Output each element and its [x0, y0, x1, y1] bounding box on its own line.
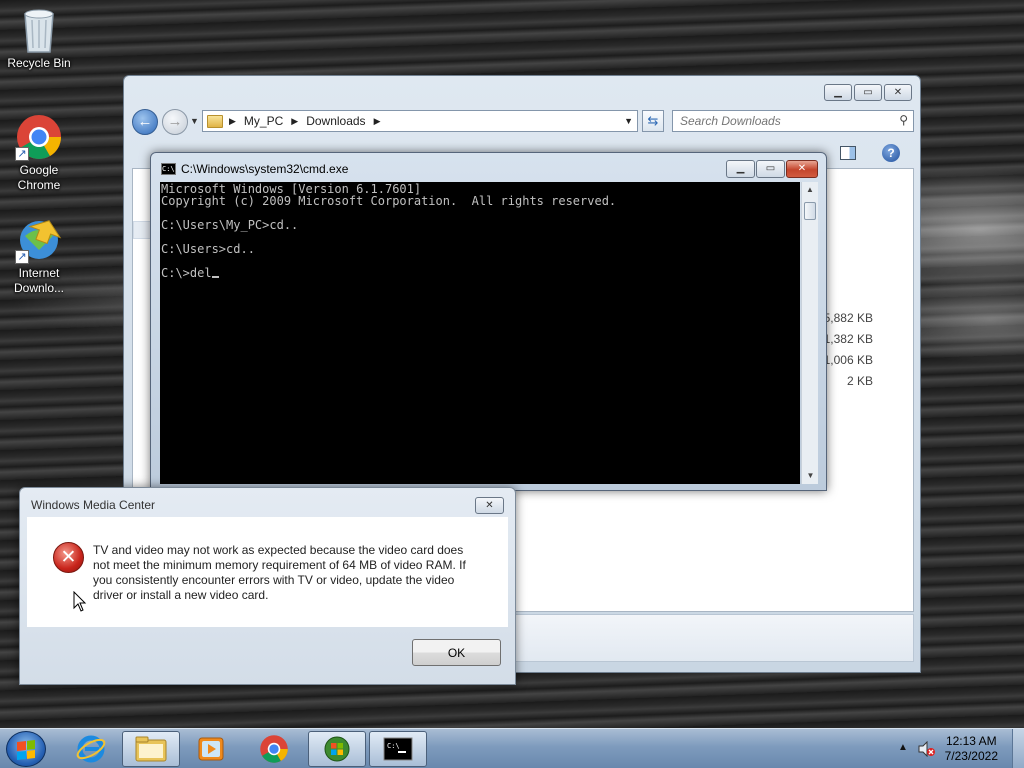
back-button[interactable]: ← — [132, 109, 158, 135]
cmd-titlebar: C:\ C:\Windows\system32\cmd.exe — [161, 162, 348, 176]
address-bar[interactable]: ▶ My_PC ▶ Downloads ▶ ▼ — [202, 110, 638, 132]
console-line: Copyright (c) 2009 Microsoft Corporation… — [161, 194, 617, 208]
breadcrumb-separator-icon[interactable]: ▶ — [229, 116, 236, 127]
dialog-message: TV and video may not work as expected be… — [93, 543, 466, 602]
maximize-button[interactable]: ▭ — [854, 84, 882, 101]
console-output[interactable]: Microsoft Windows [Version 6.1.7601] Copy… — [160, 182, 800, 484]
shortcut-arrow-icon: ↗ — [15, 147, 29, 161]
media-center-icon — [324, 736, 350, 762]
close-button[interactable]: ✕ — [884, 84, 912, 101]
svg-text:C:\: C:\ — [387, 742, 400, 750]
maximize-button[interactable]: ▭ — [756, 160, 785, 178]
console-current-input: C:\>del — [161, 266, 212, 280]
taskbar-windows-explorer[interactable] — [122, 731, 180, 767]
show-hidden-icons-icon[interactable]: ▲ — [898, 742, 908, 753]
desktop-icon-label: Internet Downlo... — [13, 266, 65, 295]
system-tray: ▲ 12:13 AM 7/23/2022 — [884, 729, 1024, 768]
chrome-icon: ↗ — [15, 113, 63, 161]
cmd-window-controls: ▁ ▭ ✕ — [726, 160, 818, 178]
desktop-icon-label: Recycle Bin — [7, 56, 71, 70]
breadcrumb-item-downloads[interactable]: Downloads — [306, 114, 365, 128]
folder-icon — [207, 114, 223, 128]
recent-pages-dropdown-icon[interactable]: ▼ — [190, 116, 199, 126]
clock[interactable]: 12:13 AM 7/23/2022 — [945, 734, 998, 764]
recycle-bin-icon — [15, 6, 63, 54]
command-prompt-icon: C:\ — [383, 737, 413, 761]
search-icon[interactable]: ⚲ — [899, 113, 908, 127]
desktop-icon-label: Google Chrome — [17, 163, 61, 192]
desktop-icon-recycle-bin[interactable]: Recycle Bin — [1, 6, 77, 71]
cmd-scrollbar[interactable]: ▲ ▼ — [801, 182, 818, 484]
address-history-dropdown-icon[interactable]: ▼ — [624, 116, 633, 126]
preview-pane-icon[interactable] — [840, 146, 856, 160]
breadcrumb-separator-icon[interactable]: ▶ — [291, 116, 298, 127]
cmd-window: C:\ C:\Windows\system32\cmd.exe ▁ ▭ ✕ Mi… — [150, 152, 827, 491]
dialog-body: ✕ TV and video may not work as expected … — [27, 517, 508, 627]
mouse-pointer-icon — [73, 591, 87, 612]
search-input[interactable] — [673, 111, 883, 131]
dialog-title: Windows Media Center — [31, 498, 156, 512]
taskbar-internet-explorer[interactable] — [62, 731, 120, 767]
ok-button[interactable]: OK — [412, 639, 501, 666]
minimize-button[interactable]: ▁ — [726, 160, 755, 178]
breadcrumb-separator-icon[interactable]: ▶ — [374, 116, 381, 127]
dialog-close-button[interactable]: ✕ — [475, 497, 504, 514]
shortcut-arrow-icon: ↗ — [15, 250, 29, 264]
taskbar-windows-media-center[interactable] — [308, 731, 366, 767]
console-line: C:\Users>cd.. — [161, 242, 255, 256]
scroll-up-arrow-icon[interactable]: ▲ — [802, 182, 818, 198]
forward-button[interactable]: → — [162, 109, 188, 135]
refresh-button[interactable]: ⇆ — [642, 110, 664, 132]
scrollbar-thumb[interactable] — [804, 202, 816, 220]
close-button[interactable]: ✕ — [786, 160, 818, 178]
windows-logo-icon — [17, 740, 35, 760]
console-line: C:\Users\My_PC>cd.. — [161, 218, 299, 232]
search-box[interactable]: ⚲ — [672, 110, 914, 132]
internet-explorer-icon — [76, 735, 106, 763]
desktop-icon-internet-download-manager[interactable]: ↗ Internet Downlo... — [1, 216, 77, 296]
file-size: 2 KB — [846, 374, 873, 388]
taskbar-command-prompt[interactable]: C:\ — [369, 731, 427, 767]
error-icon: ✕ — [53, 542, 84, 573]
taskbar: C:\ ▲ 12:13 AM 7/23/2022 — [0, 728, 1024, 768]
show-desktop-button[interactable] — [1012, 729, 1024, 768]
folder-icon — [135, 736, 167, 762]
help-icon[interactable]: ? — [882, 144, 900, 162]
media-center-error-dialog: Windows Media Center ✕ ✕ TV and video ma… — [19, 487, 516, 685]
cmd-icon: C:\ — [161, 163, 176, 175]
navigation-bar: ← → ▼ ▶ My_PC ▶ Downloads ▶ ▼ ⇆ ⚲ — [132, 107, 914, 135]
speaker-muted-icon[interactable] — [918, 741, 936, 757]
breadcrumb-item-my-pc[interactable]: My_PC — [244, 114, 283, 128]
clock-time: 12:13 AM — [945, 734, 997, 748]
file-size: 1,382 KB — [823, 332, 873, 346]
start-button[interactable] — [6, 731, 46, 767]
media-player-icon — [198, 737, 224, 761]
explorer-window-controls: ▁ ▭ ✕ — [824, 84, 912, 101]
desktop-icon-google-chrome[interactable]: ↗ Google Chrome — [1, 113, 77, 193]
taskbar-media-player[interactable] — [182, 731, 240, 767]
scroll-down-arrow-icon[interactable]: ▼ — [802, 468, 819, 484]
minimize-button[interactable]: ▁ — [824, 84, 852, 101]
chrome-icon — [260, 735, 288, 763]
text-cursor — [211, 276, 219, 278]
cmd-title: C:\Windows\system32\cmd.exe — [181, 162, 349, 176]
console-prompt-line[interactable]: C:\>del — [161, 267, 800, 279]
clock-date: 7/23/2022 — [944, 749, 998, 763]
internet-download-manager-icon: ↗ — [15, 216, 63, 264]
taskbar-google-chrome[interactable] — [245, 731, 303, 767]
